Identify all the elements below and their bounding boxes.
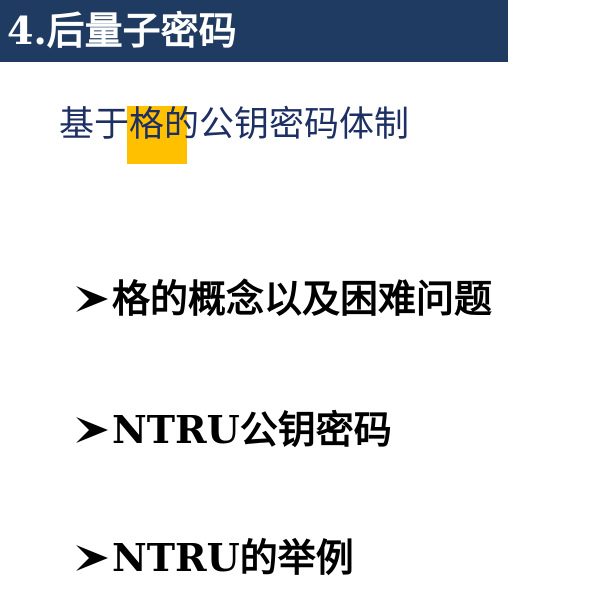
bullet-item: NTRU公钥密码 [75, 411, 392, 449]
bullet-text: 格的概念以及困难问题 [112, 276, 493, 321]
subtitle-prefix: 基于 [59, 105, 130, 145]
arrow-bullet-icon [76, 286, 108, 312]
bullet-text: NTRU公钥密码 [112, 407, 392, 452]
subtitle-highlight-text: 格 [129, 105, 165, 145]
subtitle-highlight-wrapper: 格 [127, 103, 188, 164]
bullet-item: NTRU的举例 [75, 539, 354, 577]
bullet-item: 格的概念以及困难问题 [75, 280, 492, 318]
arrow-bullet-icon [76, 417, 108, 443]
bullet-text: NTRU的举例 [112, 535, 354, 580]
slide-title: 4.后量子密码 [7, 8, 237, 53]
arrow-bullet-icon [76, 545, 108, 571]
subtitle-suffix: 的公钥密码体制 [164, 105, 410, 145]
subtitle: 基于 格的公钥密码体制 [59, 103, 410, 164]
title-bar: 4.后量子密码 [0, 0, 508, 62]
